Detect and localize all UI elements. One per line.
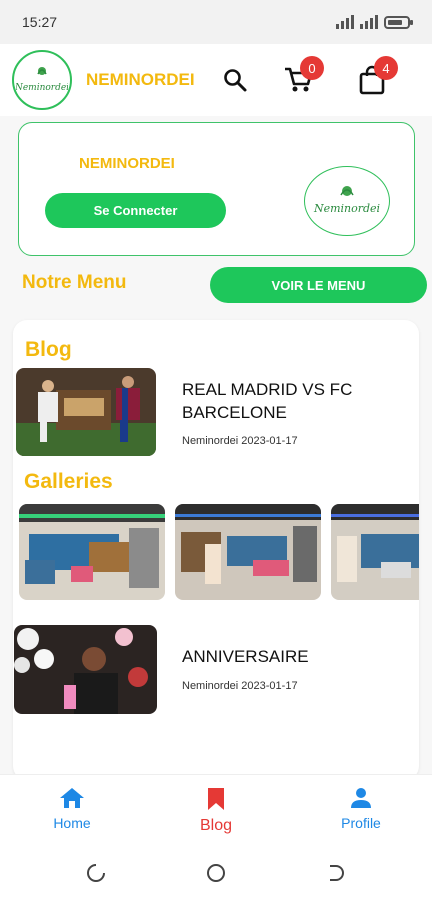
person-icon <box>351 788 371 808</box>
connect-button[interactable]: Se Connecter <box>45 193 226 228</box>
bottom-nav: Home Blog Profile <box>0 774 432 846</box>
restaurant-photo <box>331 504 419 600</box>
gallery-image[interactable] <box>175 504 321 600</box>
cart-button[interactable]: 0 <box>280 56 324 98</box>
blog-post-title[interactable]: REAL MADRID VS FC BARCELONE <box>182 378 402 424</box>
restaurant-photo <box>175 504 321 600</box>
search-icon <box>224 69 247 92</box>
home-circle-icon[interactable] <box>206 863 226 883</box>
app-header: Neminordei NEMINORDEI 0 4 <box>0 44 432 116</box>
view-menu-button[interactable]: VOIR LE MENU <box>210 267 427 303</box>
status-time: 15:27 <box>22 14 58 30</box>
status-bar: 15:27 <box>0 0 432 44</box>
nav-profile-label: Profile <box>341 815 381 831</box>
recent-apps-icon[interactable] <box>86 863 106 883</box>
menu-title: Notre Menu <box>22 272 127 293</box>
status-icons <box>336 15 413 29</box>
app-screen: 15:27 Neminordei NEMINORDEI 0 4 NEMINORD… <box>0 0 432 900</box>
content-card: Blog REAL MADRID VS FC BARCELONE Neminor… <box>13 320 419 780</box>
svg-text:Neminordei: Neminordei <box>313 202 380 215</box>
nav-home-label: Home <box>53 815 91 831</box>
cart-count-badge: 0 <box>300 56 324 80</box>
gallery-image[interactable] <box>19 504 165 600</box>
logo-mark-icon: Neminordei <box>313 186 380 215</box>
blog-section-title: Blog <box>25 338 72 361</box>
battery-icon <box>384 15 413 29</box>
logo[interactable]: Neminordei <box>12 50 72 110</box>
blog-post-meta: Neminordei 2023-01-17 <box>182 435 298 447</box>
signal-icon <box>336 15 354 29</box>
svg-text:Neminordei: Neminordei <box>16 83 68 93</box>
home-icon <box>60 788 84 808</box>
blog-post-image[interactable] <box>16 368 156 456</box>
nav-profile[interactable]: Profile <box>316 787 406 831</box>
nav-blog[interactable]: Blog <box>171 787 261 835</box>
back-icon[interactable] <box>326 863 346 883</box>
brand-name: NEMINORDEI <box>86 70 195 89</box>
bag-count-badge: 4 <box>374 56 398 80</box>
nav-home[interactable]: Home <box>27 787 117 831</box>
bookmark-icon <box>208 788 224 810</box>
restaurant-photo <box>19 504 165 600</box>
gallery-post-title[interactable]: ANNIVERSAIRE <box>182 645 402 668</box>
galleries-section-title: Galleries <box>24 470 113 493</box>
nav-blog-label: Blog <box>199 817 233 834</box>
promo-title: NEMINORDEI <box>79 155 175 172</box>
party-photo <box>14 625 157 714</box>
logo-mark-icon: Neminordei <box>16 67 68 93</box>
promo-logo: Neminordei <box>304 166 390 236</box>
promo-card: NEMINORDEI Se Connecter Neminordei <box>18 122 415 256</box>
search-button[interactable] <box>217 62 253 98</box>
football-photo <box>16 368 156 456</box>
signal-2-icon <box>360 15 378 29</box>
gallery-post-image[interactable] <box>14 625 157 714</box>
gallery-post-meta: Neminordei 2023-01-17 <box>182 680 298 692</box>
bag-button[interactable]: 4 <box>354 56 398 98</box>
system-nav-bar <box>0 846 432 900</box>
gallery-image[interactable] <box>331 504 419 600</box>
